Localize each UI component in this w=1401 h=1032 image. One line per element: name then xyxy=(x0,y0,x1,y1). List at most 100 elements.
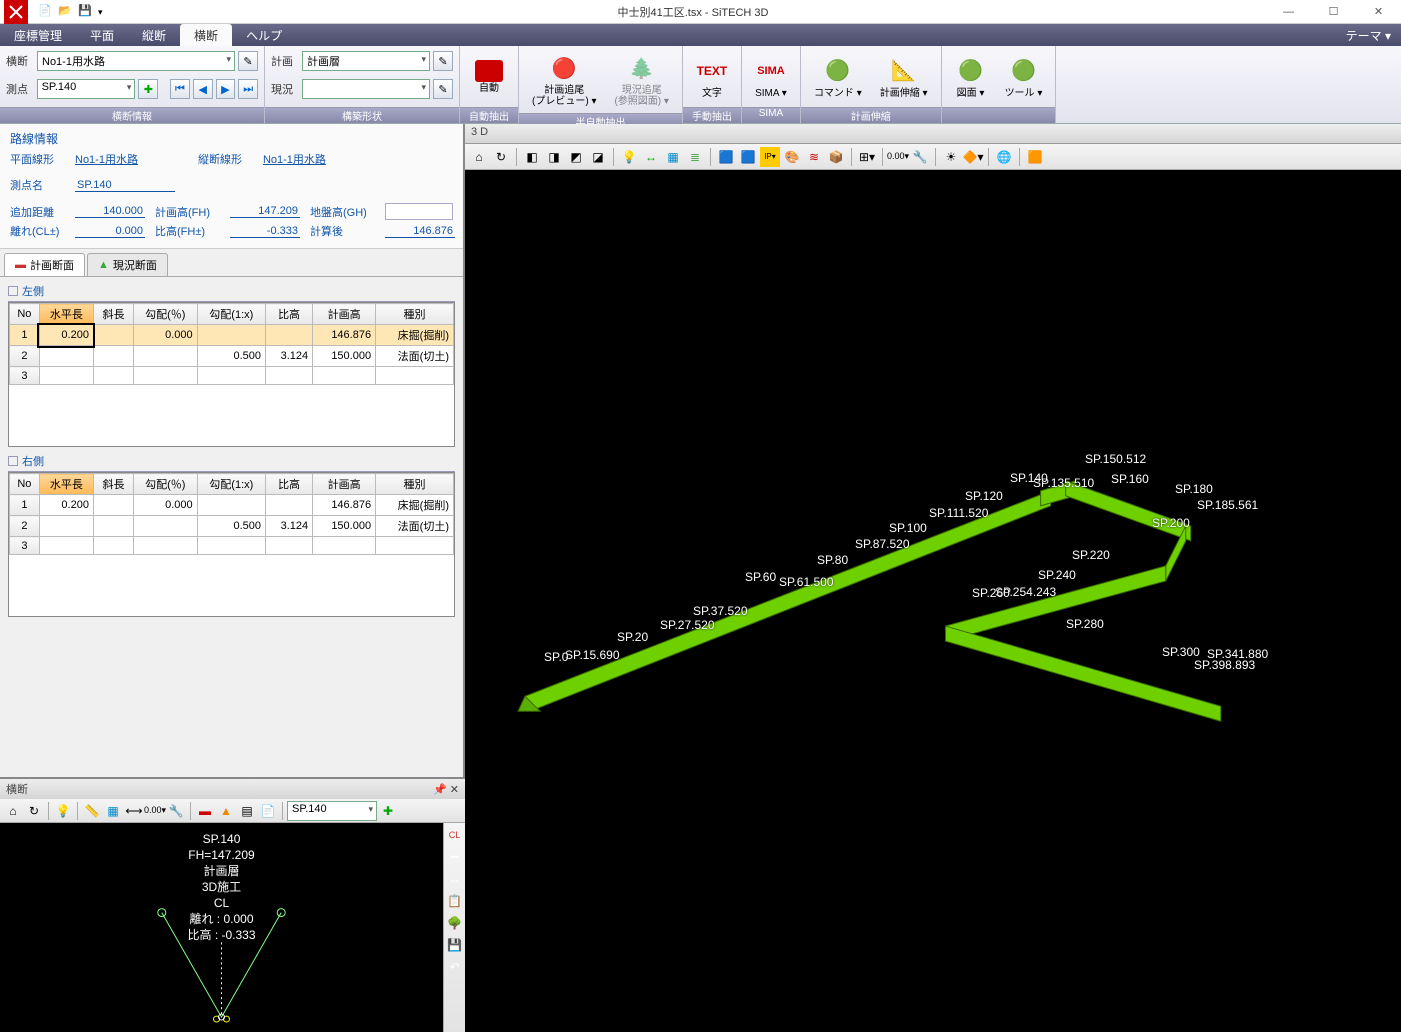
bp-station-combo[interactable]: SP.140 xyxy=(287,801,377,821)
tb-cube4-icon[interactable]: ◪ xyxy=(588,147,608,167)
first-icon[interactable]: ⏮ xyxy=(170,79,190,99)
st-line-icon[interactable]: ━ xyxy=(445,847,465,867)
canvas-3d[interactable]: SP.150.512SP.135.510SP.180SP.140SP.160SP… xyxy=(465,170,1401,1032)
tb-globe-icon[interactable]: 🌐 xyxy=(994,147,1014,167)
tb-tool-icon[interactable]: 🔧 xyxy=(910,147,930,167)
station-combo[interactable]: SP.140 xyxy=(37,79,136,99)
qat-dropdown-icon[interactable]: ▾ xyxy=(98,4,114,20)
bp-refresh-icon[interactable]: ↻ xyxy=(24,801,44,821)
tb-bulb-icon[interactable]: 💡 xyxy=(619,147,639,167)
table-row[interactable]: 20.5003.124150.000法面(切土) xyxy=(10,346,454,367)
add-station-icon[interactable]: ✚ xyxy=(138,79,158,99)
tb-home-icon[interactable]: ⌂ xyxy=(469,147,489,167)
new-icon[interactable]: 📄 xyxy=(38,4,54,20)
bp-home-icon[interactable]: ⌂ xyxy=(3,801,23,821)
tb-grid-icon[interactable]: ▦ xyxy=(663,147,683,167)
cross-canvas[interactable]: SP.140FH=147.209計画層3D施工CL離れ : 0.000比高 : … xyxy=(0,823,465,1032)
tool-button[interactable]: 🟢 ツール ▾ xyxy=(998,52,1050,102)
theme-menu[interactable]: テーマ ▾ xyxy=(1336,24,1401,46)
edit-cross-icon[interactable]: ✎ xyxy=(238,51,258,71)
open-icon[interactable]: 📂 xyxy=(58,4,74,20)
menu-profile[interactable]: 縦断 xyxy=(128,24,180,46)
plan-track-button[interactable]: 🔴 計画追尾(プレビュー) ▾ xyxy=(525,49,603,110)
tb-box-icon[interactable]: 📦 xyxy=(826,147,846,167)
app-icon[interactable] xyxy=(4,0,28,24)
edit-plan-icon[interactable]: ✎ xyxy=(433,51,453,71)
station-label-3d: SP.27.520 xyxy=(660,618,715,632)
tb-cube3-icon[interactable]: ◩ xyxy=(566,147,586,167)
st-cl-icon[interactable]: CL xyxy=(445,825,465,845)
exist-combo[interactable] xyxy=(302,79,430,99)
tab-plan-section[interactable]: ▬ 計画断面 xyxy=(4,253,85,276)
next-icon[interactable]: ▶ xyxy=(216,79,236,99)
tb-flag1-icon[interactable]: 🟦 xyxy=(716,147,736,167)
tb-palette-icon[interactable]: 🎨 xyxy=(782,147,802,167)
bp-dim-icon[interactable]: ⟷ xyxy=(124,801,144,821)
st-save-icon[interactable]: 💾 xyxy=(445,935,465,955)
bp-tool-icon[interactable]: 🔧 xyxy=(166,801,186,821)
plan-combo[interactable]: 計画層 xyxy=(302,51,430,71)
tab-exist-section[interactable]: ▲ 現況断面 xyxy=(87,253,168,276)
tb-ip-icon[interactable]: IP▾ xyxy=(760,147,780,167)
panel-close-icon[interactable]: ✕ xyxy=(450,784,459,796)
table-row[interactable]: 10.2000.000146.876床掘(掘削) xyxy=(10,495,454,516)
table-row[interactable]: 20.5003.124150.000法面(切土) xyxy=(10,516,454,537)
tb-export-icon[interactable]: 🟧 xyxy=(1025,147,1045,167)
table-row[interactable]: 3 xyxy=(10,537,454,555)
sima-button[interactable]: SIMA SIMA ▾ xyxy=(748,52,794,102)
gh-input[interactable] xyxy=(385,203,453,220)
bp-doc-icon[interactable]: ▤ xyxy=(237,801,257,821)
last-icon[interactable]: ⏭ xyxy=(238,79,258,99)
vert-align-link[interactable]: No1-1用水路 xyxy=(263,151,326,167)
bp-add-icon[interactable]: ✚ xyxy=(378,801,398,821)
text-button[interactable]: TEXT 文字 xyxy=(689,52,735,102)
table-row[interactable]: 10.2000.000146.876床掘(掘削) xyxy=(10,325,454,346)
table-row[interactable]: 3 xyxy=(10,367,454,385)
st-undo-icon[interactable]: ↶ xyxy=(445,957,465,977)
minimize-button[interactable]: ― xyxy=(1266,0,1311,24)
tb-window-icon[interactable]: ⊞▾ xyxy=(857,147,877,167)
bp-red-icon[interactable]: ▬ xyxy=(195,801,215,821)
save-icon[interactable]: 💾 xyxy=(78,4,94,20)
auto-button[interactable]: 自動 xyxy=(466,57,512,97)
station-label-3d: SP.20 xyxy=(617,630,648,644)
st-arrow-icon[interactable]: ↔ xyxy=(445,869,465,889)
tb-measure-icon[interactable]: ↔ xyxy=(641,147,661,167)
menu-coord[interactable]: 座標管理 xyxy=(0,24,76,46)
bp-grid-icon[interactable]: ▦ xyxy=(103,801,123,821)
st-tree-icon[interactable]: 🌳 xyxy=(445,913,465,933)
tb-flag2-icon[interactable]: 🟦 xyxy=(738,147,758,167)
close-button[interactable]: ✕ xyxy=(1356,0,1401,24)
tb-refresh-icon[interactable]: ↻ xyxy=(491,147,511,167)
tb-wave-icon[interactable]: ≋ xyxy=(804,147,824,167)
stretch-button[interactable]: 📐 計画伸縮 ▾ xyxy=(873,52,935,102)
menu-help[interactable]: ヘルプ xyxy=(232,24,296,46)
tb-cube2-icon[interactable]: ◨ xyxy=(544,147,564,167)
maximize-button[interactable]: ☐ xyxy=(1311,0,1356,24)
plane-align-link[interactable]: No1-1用水路 xyxy=(75,151,138,167)
tb-light-icon[interactable]: ☀ xyxy=(941,147,961,167)
bp-page-icon[interactable]: 📄 xyxy=(258,801,278,821)
bp-val-icon[interactable]: 0.00▾ xyxy=(145,801,165,821)
tb-color-icon[interactable]: 🔶▾ xyxy=(963,147,983,167)
tb-cube1-icon[interactable]: ◧ xyxy=(522,147,542,167)
menu-cross[interactable]: 横断 xyxy=(180,24,232,46)
bp-orange-icon[interactable]: ▲ xyxy=(216,801,236,821)
bp-measure-icon[interactable]: 📏 xyxy=(82,801,102,821)
edit-exist-icon[interactable]: ✎ xyxy=(433,79,453,99)
tb-val-icon[interactable]: 0.00▾ xyxy=(888,147,908,167)
st-doc-icon[interactable]: 📋 xyxy=(445,891,465,911)
prev-icon[interactable]: ◀ xyxy=(193,79,213,99)
exist-track-button[interactable]: 🌲 現況追尾(参照図面) ▾ xyxy=(607,49,675,110)
menu-plan[interactable]: 平面 xyxy=(76,24,128,46)
pin-icon[interactable]: 📌 xyxy=(433,784,447,796)
col-slen: 斜長 xyxy=(93,304,133,325)
station-label-3d: SP.60 xyxy=(745,570,776,584)
cross-combo[interactable]: No1-1用水路 xyxy=(37,51,235,71)
bp-bulb-icon[interactable]: 💡 xyxy=(53,801,73,821)
drawing-button[interactable]: 🟢 図面 ▾ xyxy=(948,52,994,102)
command-button[interactable]: 🟢 コマンド ▾ xyxy=(807,52,869,102)
tb-layers-icon[interactable]: ≣ xyxy=(685,147,705,167)
right-table[interactable]: No 水平長 斜長 勾配(％) 勾配(1:x) 比高 計画高 種別 10.200… xyxy=(9,473,454,555)
left-table[interactable]: No 水平長 斜長 勾配(％) 勾配(1:x) 比高 計画高 種別 10.200… xyxy=(9,303,454,385)
